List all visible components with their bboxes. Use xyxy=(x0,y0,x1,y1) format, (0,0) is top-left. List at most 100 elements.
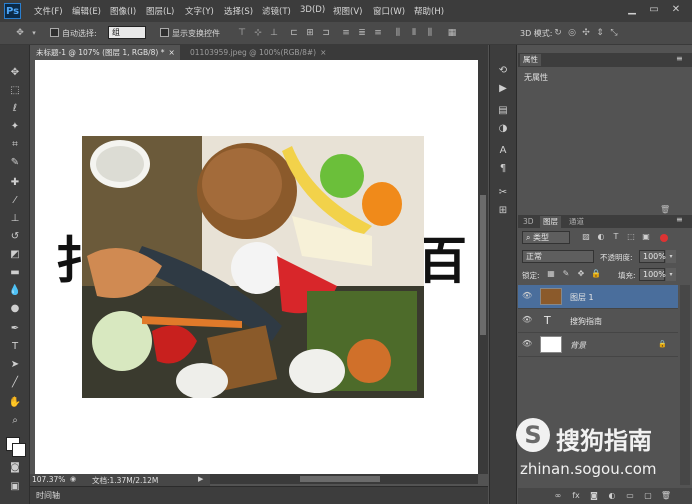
zoom-level[interactable]: 107.37% xyxy=(32,475,65,484)
blur-icon[interactable]: 💧 xyxy=(8,284,22,298)
visibility-eye-icon[interactable]: 👁 xyxy=(522,291,534,301)
timeline-panel-tab[interactable]: 时间轴 xyxy=(30,486,488,504)
history-panel-icon[interactable]: ⟲ xyxy=(496,64,510,78)
swatches-panel-icon[interactable]: ▤ xyxy=(496,104,510,118)
lock-position-icon[interactable]: ✥ xyxy=(575,268,587,280)
zoom-icon[interactable]: ⌕ xyxy=(8,414,22,428)
status-menu-arrow-icon[interactable]: ▶ xyxy=(198,475,203,483)
tool-preset-chevron-icon[interactable]: ▾ xyxy=(28,27,40,39)
filter-smart-icon[interactable]: ▣ xyxy=(640,231,652,243)
horizontal-scroll-thumb[interactable] xyxy=(300,476,380,482)
distribute-bottom-icon[interactable]: ≡ xyxy=(372,27,384,39)
menu-image[interactable]: 图像(I) xyxy=(110,5,136,17)
auto-select-dropdown[interactable]: 组 xyxy=(108,26,146,39)
new-group-icon[interactable]: ▭ xyxy=(624,490,636,502)
layer-name[interactable]: 背景 xyxy=(570,340,586,351)
align-vcenter-icon[interactable]: ⊹ xyxy=(252,27,264,39)
tab-3d[interactable]: 3D xyxy=(520,216,537,228)
lock-pixels-icon[interactable]: ✎ xyxy=(560,268,572,280)
tab-channels[interactable]: 通道 xyxy=(566,216,587,228)
distribute-right-icon[interactable]: ⫼ xyxy=(424,27,436,39)
layers-menu-icon[interactable]: ≡ xyxy=(676,215,683,224)
show-transform-checkbox[interactable] xyxy=(160,28,169,37)
document-canvas[interactable]: 扌 百 xyxy=(35,60,478,474)
menu-view[interactable]: 视图(V) xyxy=(333,5,362,17)
tab-untitled-1[interactable]: 未标题-1 @ 107% (图层 1, RGB/8) * × xyxy=(30,45,180,60)
type-tool-icon[interactable]: T xyxy=(8,340,22,354)
auto-align-icon[interactable]: ▦ xyxy=(446,27,458,39)
move-icon[interactable]: ✥ xyxy=(8,66,22,80)
filter-toggle-icon[interactable] xyxy=(660,234,668,242)
lasso-icon[interactable]: ℓ xyxy=(8,102,22,116)
opacity-input[interactable]: 100% xyxy=(639,250,666,263)
brush-icon[interactable]: ⁄ xyxy=(8,194,22,208)
align-hcenter-icon[interactable]: ⊞ xyxy=(304,27,316,39)
distribute-left-icon[interactable]: ⫼ xyxy=(392,27,404,39)
distribute-top-icon[interactable]: ≡ xyxy=(340,27,352,39)
drag-3d-icon[interactable]: ✣ xyxy=(580,27,592,39)
align-top-icon[interactable]: ⊤ xyxy=(236,27,248,39)
path-selection-icon[interactable]: ➤ xyxy=(8,358,22,372)
restore-icon[interactable]: ▭ xyxy=(646,3,662,17)
layer-filter-dropdown[interactable]: ⌕ 类型 xyxy=(522,231,570,244)
filter-shape-icon[interactable]: ⬚ xyxy=(625,231,637,243)
crop-icon[interactable]: ⌗ xyxy=(8,138,22,152)
layer-name[interactable]: 搜狗指南 xyxy=(570,316,602,327)
filter-pixel-icon[interactable]: ▨ xyxy=(580,231,592,243)
align-right-icon[interactable]: ⊐ xyxy=(320,27,332,39)
filter-adjust-icon[interactable]: ◐ xyxy=(595,231,607,243)
layer-row-background[interactable]: 👁 背景 🔒 xyxy=(518,333,678,357)
pen-icon[interactable]: ✒ xyxy=(8,322,22,336)
food-photo-layer[interactable] xyxy=(82,136,424,398)
screen-mode-icon[interactable]: ▣ xyxy=(8,480,22,494)
menu-type[interactable]: 文字(Y) xyxy=(185,5,214,17)
actions-panel-icon[interactable]: ▶ xyxy=(496,82,510,96)
tab-jpeg[interactable]: 01103959.jpeg @ 100%(RGB/8#) × xyxy=(184,45,334,60)
healing-brush-icon[interactable]: ✚ xyxy=(8,176,22,190)
opacity-slider-icon[interactable]: ▾ xyxy=(666,250,676,263)
distribute-vcenter-icon[interactable]: ≣ xyxy=(356,27,368,39)
layer-row-text[interactable]: 👁 T 搜狗指南 xyxy=(518,309,678,333)
auto-select-checkbox[interactable] xyxy=(50,28,59,37)
properties-trash-icon[interactable]: 🗑 xyxy=(660,205,670,214)
delete-layer-icon[interactable]: 🗑 xyxy=(660,490,672,502)
adjustments-panel-icon[interactable]: ◑ xyxy=(496,122,510,136)
vertical-scroll-thumb[interactable] xyxy=(480,195,486,335)
menu-3d[interactable]: 3D(D) xyxy=(300,5,325,15)
tab-properties[interactable]: 属性 xyxy=(520,54,541,66)
move-tool-icon[interactable]: ✥ xyxy=(14,27,26,39)
fill-input[interactable]: 100% xyxy=(639,268,666,281)
menu-window[interactable]: 窗口(W) xyxy=(373,5,405,17)
status-info-icon[interactable]: ◉ xyxy=(70,475,76,483)
adjustment-layer-icon[interactable]: ◐ xyxy=(606,490,618,502)
menu-select[interactable]: 选择(S) xyxy=(224,5,253,17)
new-layer-icon[interactable]: ▢ xyxy=(642,490,654,502)
clone-source-icon[interactable]: ⊞ xyxy=(496,204,510,218)
marquee-icon[interactable]: ⬚ xyxy=(8,84,22,98)
link-layers-icon[interactable]: ∞ xyxy=(552,490,564,502)
background-color-swatch[interactable] xyxy=(12,443,26,457)
minimize-icon[interactable]: ▁ xyxy=(624,3,640,17)
slide-3d-icon[interactable]: ⇕ xyxy=(594,27,606,39)
menu-help[interactable]: 帮助(H) xyxy=(414,5,444,17)
dodge-icon[interactable]: ● xyxy=(8,302,22,316)
gradient-icon[interactable]: ▬ xyxy=(8,266,22,280)
hand-icon[interactable]: ✋ xyxy=(8,396,22,410)
layer-row-image[interactable]: 👁 图层 1 xyxy=(518,285,678,309)
filter-type-icon[interactable]: T xyxy=(610,231,622,243)
eraser-icon[interactable]: ◩ xyxy=(8,248,22,262)
rotate-3d-icon[interactable]: ↻ xyxy=(552,27,564,39)
roll-3d-icon[interactable]: ◎ xyxy=(566,27,578,39)
visibility-eye-icon[interactable]: 👁 xyxy=(522,315,534,325)
menu-edit[interactable]: 编辑(E) xyxy=(72,5,101,17)
lock-transparent-icon[interactable]: ▦ xyxy=(545,268,557,280)
align-left-icon[interactable]: ⊏ xyxy=(288,27,300,39)
layer-name[interactable]: 图层 1 xyxy=(570,292,594,303)
history-brush-icon[interactable]: ↺ xyxy=(8,230,22,244)
tab-close-icon[interactable]: × xyxy=(168,48,174,57)
fill-slider-icon[interactable]: ▾ xyxy=(666,268,676,281)
character-panel-icon[interactable]: A xyxy=(496,144,510,158)
distribute-hcenter-icon[interactable]: ⫴ xyxy=(408,27,420,39)
scale-3d-icon[interactable]: ⤡ xyxy=(608,27,620,39)
eyedropper-icon[interactable]: ✎ xyxy=(8,156,22,170)
